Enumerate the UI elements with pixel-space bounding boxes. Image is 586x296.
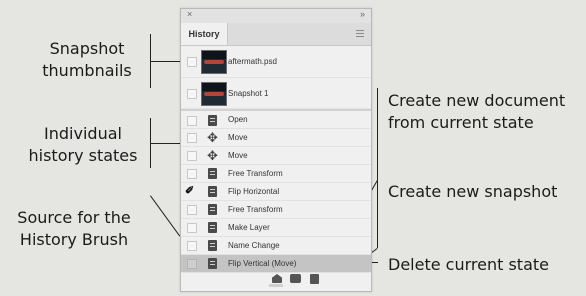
panel-title-bar[interactable]: × » <box>181 9 371 23</box>
tab-history[interactable]: History <box>181 23 228 45</box>
callout-line: History Brush <box>19 230 129 249</box>
history-panel: × » History aftermath.psd Snapshot 1 Ope… <box>180 8 372 292</box>
document-icon <box>208 222 217 233</box>
history-state-row[interactable]: Free Transform <box>181 201 371 219</box>
snapshot-thumbnail-icon <box>201 50 227 74</box>
history-state-label: Name Change <box>228 241 280 250</box>
history-state-label: Make Layer <box>228 223 270 232</box>
history-state-label: Open <box>228 115 248 124</box>
history-state-row[interactable]: Open <box>181 112 371 129</box>
close-icon[interactable]: × <box>187 9 192 19</box>
leader-new-document <box>377 88 378 248</box>
callout-line: thumbnails <box>42 61 132 80</box>
tab-row: History <box>181 23 371 46</box>
history-state-row[interactable]: ✐ Flip Horizontal <box>181 183 371 201</box>
history-state-label: Free Transform <box>228 169 283 178</box>
new-document-from-state-icon[interactable] <box>272 274 282 283</box>
history-state-row[interactable]: Name Change <box>181 237 371 255</box>
history-state-label: Move <box>228 151 248 160</box>
move-icon: ✥ <box>207 130 218 145</box>
history-brush-source-checkbox[interactable] <box>187 133 197 143</box>
callout-snapshot-thumbnails: Snapshot thumbnails <box>34 38 140 82</box>
history-brush-source-checkbox[interactable] <box>187 89 197 99</box>
document-icon <box>208 258 217 269</box>
history-state-label: Flip Horizontal <box>228 187 280 196</box>
callout-line: Delete current state <box>388 255 549 274</box>
callout-line: history states <box>28 146 138 165</box>
leader-line <box>150 61 180 62</box>
history-brush-icon[interactable]: ✐ <box>185 186 199 197</box>
document-icon <box>208 168 217 179</box>
callout-delete-state: Delete current state <box>388 254 549 276</box>
snapshot-label: Snapshot 1 <box>228 89 269 98</box>
history-brush-source-checkbox[interactable] <box>187 169 197 179</box>
collapse-icon[interactable]: » <box>360 9 365 19</box>
snapshot-thumbnail-icon <box>201 82 227 106</box>
callout-line: Source for the <box>17 208 131 227</box>
history-state-row[interactable]: ✥ Move <box>181 147 371 165</box>
callout-new-snapshot: Create new snapshot <box>388 181 557 203</box>
resize-grip[interactable] <box>269 284 283 287</box>
history-brush-source-checkbox[interactable] <box>187 241 197 251</box>
document-icon <box>208 186 217 197</box>
history-state-row[interactable]: Free Transform <box>181 165 371 183</box>
history-brush-source-checkbox[interactable] <box>187 259 197 269</box>
snapshot-label: aftermath.psd <box>228 57 277 66</box>
document-icon <box>208 204 217 215</box>
callout-line: Create new snapshot <box>388 182 558 201</box>
camera-icon[interactable] <box>290 274 301 283</box>
document-icon <box>208 115 217 126</box>
callout-line: Create new document <box>388 91 566 110</box>
leader-line <box>150 143 180 144</box>
callout-line: from current state <box>388 113 534 132</box>
document-icon <box>208 240 217 251</box>
trash-icon[interactable] <box>310 274 319 284</box>
callout-history-brush-source: Source for the History Brush <box>6 207 142 251</box>
history-state-row[interactable]: ✥ Move <box>181 129 371 147</box>
callout-line: Individual <box>44 124 122 143</box>
history-state-label: Free Transform <box>228 205 283 214</box>
leader-line <box>150 195 181 237</box>
divider <box>181 109 371 111</box>
callout-individual-history-states: Individual history states <box>20 123 146 167</box>
history-brush-source-checkbox[interactable] <box>187 116 197 126</box>
panel-menu-icon[interactable] <box>356 30 364 39</box>
history-state-row-selected[interactable]: Flip Vertical (Move) <box>181 255 371 273</box>
history-brush-source-checkbox[interactable] <box>187 57 197 67</box>
callout-line: Snapshot <box>49 39 125 58</box>
history-brush-source-checkbox[interactable] <box>187 151 197 161</box>
history-brush-source-checkbox[interactable] <box>187 205 197 215</box>
callout-new-document: Create new document from current state <box>388 90 565 134</box>
move-icon: ✥ <box>207 148 218 163</box>
history-state-label: Flip Vertical (Move) <box>228 259 297 268</box>
history-state-label: Move <box>228 133 248 142</box>
history-state-row[interactable]: Make Layer <box>181 219 371 237</box>
snapshot-row[interactable]: aftermath.psd <box>181 46 371 78</box>
snapshot-row[interactable]: Snapshot 1 <box>181 78 371 109</box>
history-brush-source-checkbox[interactable] <box>187 223 197 233</box>
